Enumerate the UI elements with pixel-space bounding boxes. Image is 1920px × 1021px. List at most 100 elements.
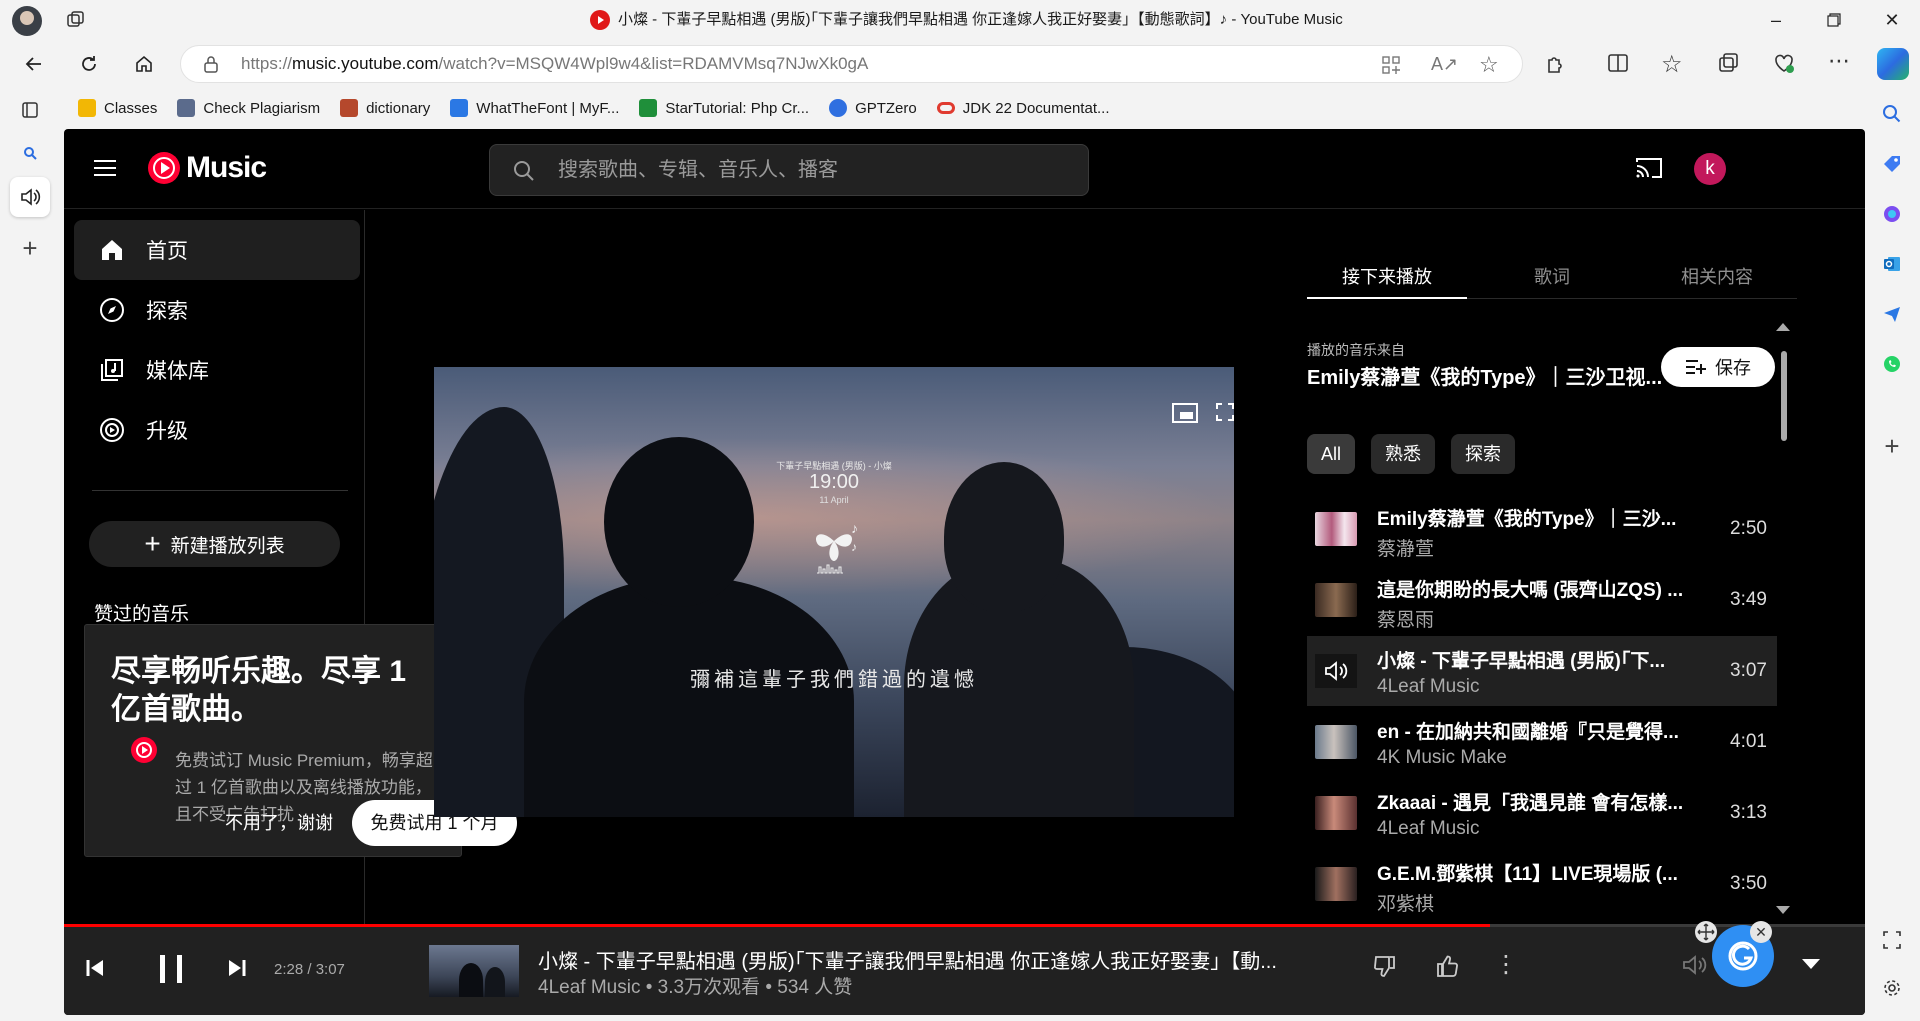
chip-discover[interactable]: 探索 — [1451, 434, 1515, 474]
restore-button[interactable] — [1806, 0, 1862, 40]
sidebar-search-icon[interactable] — [1872, 94, 1912, 134]
now-playing-subtitle[interactable]: 4Leaf Music • 3.3万次观看 • 534 人赞 — [538, 972, 852, 999]
send-icon[interactable] — [1872, 294, 1912, 334]
previous-track-icon[interactable] — [84, 957, 106, 979]
shopping-tag-icon[interactable] — [1872, 144, 1912, 184]
queue-item-title[interactable]: 這是你期盼的長大嗎 (張齊山ZQS) ... — [1377, 575, 1697, 602]
queue-item-title[interactable]: en - 在加納共和國離婚『只是覺得... — [1377, 717, 1697, 744]
queue-item-artist[interactable]: 4Leaf Music — [1377, 676, 1479, 698]
queue-item[interactable]: Emily蔡瀞萱《我的Type》｜三沙... 蔡瀞萱 2:50 — [1307, 494, 1777, 564]
app-available-icon[interactable] — [1381, 55, 1401, 75]
bookmark-classes[interactable]: Classes — [78, 99, 157, 117]
screenshot-icon[interactable] — [1872, 920, 1912, 960]
outlook-icon[interactable] — [1872, 244, 1912, 284]
expand-player-icon[interactable] — [1800, 957, 1822, 971]
user-avatar[interactable]: k — [1694, 153, 1726, 185]
queue-item[interactable]: G.E.M.鄧紫棋【11】LIVE現場版 (... 邓紫棋 3:50 — [1307, 849, 1777, 919]
search-box[interactable]: 搜索歌曲、专辑、音乐人、播客 — [489, 144, 1089, 196]
chip-familiar[interactable]: 熟悉 — [1371, 434, 1435, 474]
menu-icon[interactable] — [90, 153, 120, 183]
volume-icon[interactable] — [1682, 953, 1708, 977]
widget-drag-handle-icon[interactable] — [1695, 921, 1717, 943]
favorites-icon[interactable]: ☆ — [1661, 50, 1683, 79]
tab-lyrics[interactable]: 歌词 — [1472, 261, 1632, 299]
pause-icon[interactable] — [154, 949, 188, 989]
queue-item-title[interactable]: Zkaaai - 遇見「我遇見誰 會有怎樣... — [1377, 788, 1697, 815]
queue-item-artist[interactable]: 蔡瀞萱 — [1377, 534, 1434, 561]
url-text[interactable]: https://music.youtube.com/watch?v=MSQW4W… — [241, 46, 868, 82]
video-player[interactable]: 下輩子早點相遇 (男版) - 小燦 19:00 11 April ♪ ♪ 彌補這… — [434, 367, 1234, 817]
fullscreen-icon[interactable] — [1216, 403, 1234, 421]
new-tab-icon[interactable]: + — [10, 228, 50, 268]
queue-scrollbar-thumb[interactable] — [1781, 351, 1787, 441]
bookmark-check-plagiarism[interactable]: Check Plagiarism — [177, 99, 320, 117]
copilot-icon[interactable] — [1877, 48, 1909, 80]
queue-item-title[interactable]: 小燦 - 下輩子早點相遇 (男版)｢下... — [1377, 646, 1697, 673]
queue-item[interactable]: 這是你期盼的長大嗎 (張齊山ZQS) ... 蔡恩雨 3:49 — [1307, 565, 1777, 635]
save-queue-button[interactable]: 保存 — [1661, 347, 1775, 387]
search-placeholder[interactable]: 搜索歌曲、专辑、音乐人、播客 — [558, 145, 838, 195]
next-track-icon[interactable] — [226, 957, 248, 979]
lock-icon[interactable] — [203, 55, 219, 73]
read-aloud-icon[interactable]: A↗ — [1431, 54, 1458, 75]
address-bar[interactable]: https://music.youtube.com/watch?v=MSQW4W… — [180, 45, 1523, 83]
dislike-icon[interactable] — [1372, 953, 1398, 979]
more-options-icon[interactable]: ⋯ — [1828, 48, 1850, 74]
miniplayer-icon[interactable] — [1172, 403, 1198, 423]
close-window-button[interactable]: ✕ — [1864, 0, 1920, 40]
profile-avatar[interactable] — [12, 6, 42, 36]
bookmark-jdk-docs[interactable]: JDK 22 Documentat... — [936, 100, 1109, 117]
tab-actions-icon[interactable] — [66, 10, 86, 30]
sidebar-settings-icon[interactable] — [1872, 968, 1912, 1008]
queue-item[interactable]: en - 在加納共和國離婚『只是覺得... 4K Music Make 4:01 — [1307, 707, 1777, 777]
now-playing-thumbnail[interactable] — [429, 945, 519, 997]
refresh-button[interactable] — [71, 48, 107, 80]
scroll-down-icon[interactable] — [1776, 906, 1790, 914]
tab-related[interactable]: 相关内容 — [1637, 261, 1797, 299]
home-button[interactable] — [126, 48, 162, 80]
widget-close-icon[interactable]: ✕ — [1750, 921, 1772, 943]
bookmark-whatthefont[interactable]: WhatTheFont | MyF... — [450, 99, 619, 117]
playing-tab-speaker-icon[interactable] — [10, 177, 50, 217]
queue-item-artist[interactable]: 蔡恩雨 — [1377, 605, 1434, 632]
add-sidebar-app-icon[interactable]: + — [1872, 426, 1912, 466]
tab-up-next[interactable]: 接下来播放 — [1307, 261, 1467, 299]
minimize-button[interactable]: – — [1748, 0, 1804, 40]
queue-item[interactable]: Zkaaai - 遇見「我遇見誰 會有怎樣... 4Leaf Music 3:1… — [1307, 778, 1777, 848]
nav-item-library[interactable]: 媒体库 — [74, 340, 360, 400]
nav-item-upgrade[interactable]: 升级 — [74, 400, 360, 460]
collections-icon[interactable] — [1717, 52, 1739, 74]
queue-item-title[interactable]: Emily蔡瀞萱《我的Type》｜三沙... — [1377, 504, 1697, 531]
promo-decline-button[interactable]: 不用了，谢谢 — [225, 800, 333, 846]
chip-all[interactable]: All — [1307, 434, 1356, 474]
split-screen-icon[interactable] — [1607, 52, 1629, 74]
cast-icon[interactable] — [1635, 156, 1663, 180]
queue-item-artist[interactable]: 4K Music Make — [1377, 747, 1507, 769]
vertical-tabs-icon[interactable] — [10, 90, 50, 130]
bookmark-dictionary[interactable]: dictionary — [340, 99, 430, 117]
queue-item-artist[interactable]: 邓紫棋 — [1377, 889, 1434, 916]
nav-item-home[interactable]: 首页 — [74, 220, 360, 280]
scroll-up-icon[interactable] — [1776, 323, 1790, 331]
bookmark-startutorial[interactable]: StarTutorial: Php Cr... — [639, 99, 809, 117]
more-actions-icon[interactable]: ⋮ — [1494, 953, 1518, 977]
nav-item-explore[interactable]: 探索 — [74, 280, 360, 340]
browser-essentials-icon[interactable] — [1773, 52, 1795, 74]
queue-source-title[interactable]: Emily蔡瀞萱《我的Type》｜三沙卫视... — [1307, 361, 1667, 390]
queue-item-now-playing[interactable]: 小燦 - 下輩子早點相遇 (男版)｢下... 4Leaf Music 3:07 — [1307, 636, 1777, 706]
like-icon[interactable] — [1434, 953, 1460, 979]
search-tab-icon[interactable] — [10, 133, 50, 173]
favorite-star-icon[interactable]: ☆ — [1479, 52, 1499, 78]
ytm-logo[interactable]: Music — [148, 151, 267, 185]
now-playing-title[interactable]: 小燦 - 下輩子早點相遇 (男版)｢下輩子讓我們早點相遇 你正逢嫁人我正好娶妻｣… — [538, 945, 1318, 974]
new-playlist-button[interactable]: + 新建播放列表 — [89, 521, 340, 567]
whatsapp-icon[interactable] — [1872, 344, 1912, 384]
bookmark-gptzero[interactable]: GPTZero — [829, 99, 917, 117]
queue-item-title[interactable]: G.E.M.鄧紫棋【11】LIVE現場版 (... — [1377, 859, 1697, 886]
queue-item-artist[interactable]: 4Leaf Music — [1377, 818, 1479, 840]
video-clock: 19:00 — [808, 471, 860, 493]
extensions-icon[interactable] — [1545, 52, 1567, 74]
copilot-sidebar-icon[interactable] — [1872, 194, 1912, 234]
back-button[interactable] — [16, 48, 52, 80]
liked-music-link[interactable]: 赞过的音乐 — [94, 599, 189, 626]
